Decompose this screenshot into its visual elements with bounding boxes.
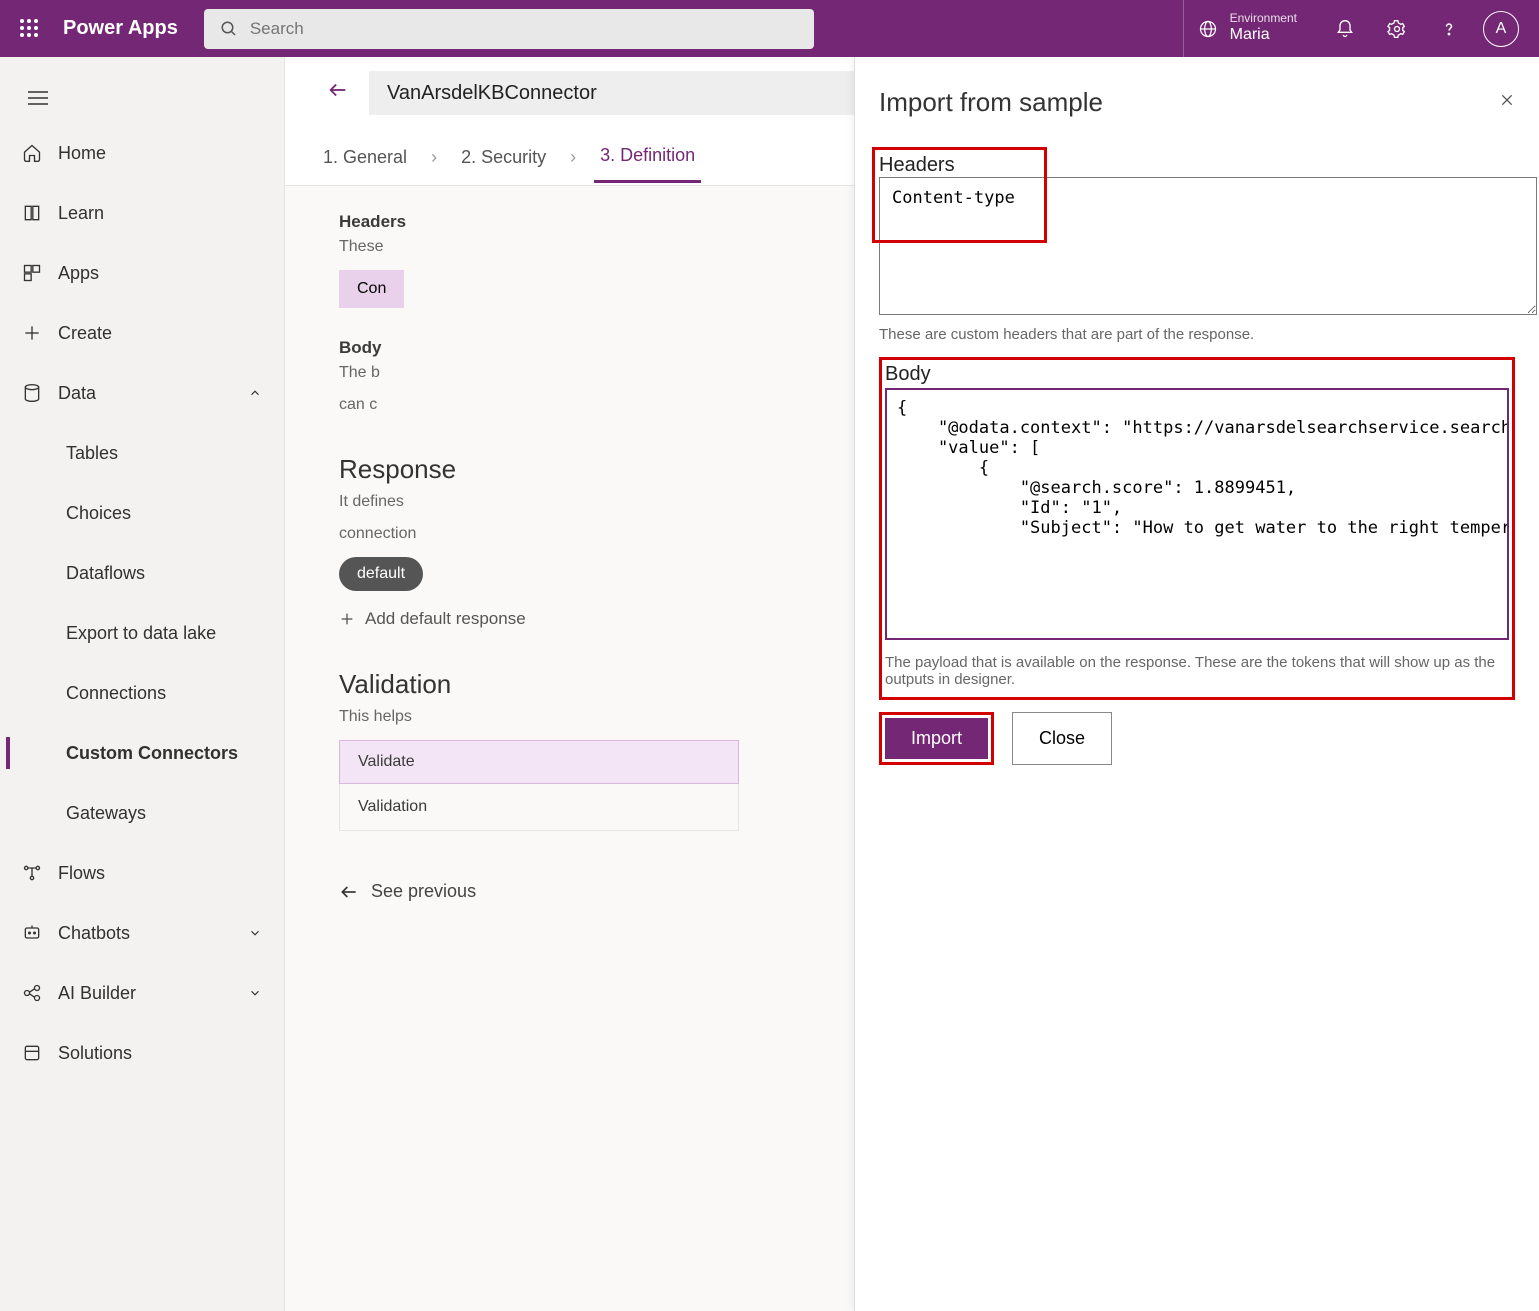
plus-icon <box>339 611 355 627</box>
close-panel-button[interactable] <box>1499 92 1515 113</box>
globe-icon <box>1198 19 1218 39</box>
sidebar-label: Flows <box>58 863 105 884</box>
chevron-down-icon <box>248 986 262 1000</box>
sidebar-item-dataflows[interactable]: Dataflows <box>0 543 284 603</box>
sidebar-label: AI Builder <box>58 983 136 1004</box>
sidebar-label: Home <box>58 143 106 164</box>
sidebar-label: Tables <box>66 443 118 464</box>
brand-label: Power Apps <box>57 17 204 40</box>
sidebar-item-gateways[interactable]: Gateways <box>0 783 284 843</box>
apps-icon <box>22 263 42 283</box>
chevron-up-icon <box>248 386 262 400</box>
database-icon <box>22 383 42 403</box>
sidebar-label: Create <box>58 323 112 344</box>
env-name: Maria <box>1230 26 1297 44</box>
sidebar-label: Custom Connectors <box>66 743 238 764</box>
back-button[interactable] <box>327 79 349 108</box>
sidebar-item-connections[interactable]: Connections <box>0 663 284 723</box>
validation-result: Validation <box>339 784 739 831</box>
sidebar-label: Dataflows <box>66 563 145 584</box>
top-bar: Power Apps Environment Maria A <box>0 0 1539 57</box>
sidebar-item-export[interactable]: Export to data lake <box>0 603 284 663</box>
chevron-right-icon: › <box>560 147 586 168</box>
search-icon <box>220 20 238 38</box>
home-icon <box>22 143 42 163</box>
sidebar-label: Solutions <box>58 1043 132 1064</box>
notifications-button[interactable] <box>1321 0 1369 57</box>
sidebar-item-ai-builder[interactable]: AI Builder <box>0 963 284 1023</box>
import-button[interactable]: Import <box>885 718 988 759</box>
sidebar-label: Learn <box>58 203 104 224</box>
waffle-icon <box>20 19 38 37</box>
flows-icon <box>22 863 42 883</box>
headers-field-label: Headers <box>879 154 1515 177</box>
sidebar-item-tables[interactable]: Tables <box>0 423 284 483</box>
book-icon <box>22 203 42 223</box>
configure-headers-button[interactable]: Con <box>339 270 404 308</box>
search-input[interactable] <box>238 19 798 39</box>
sidebar-label: Data <box>58 383 96 404</box>
headers-textarea[interactable] <box>879 177 1537 315</box>
ai-icon <box>22 983 42 1003</box>
solutions-icon <box>22 1043 42 1063</box>
plus-icon <box>22 323 42 343</box>
sidebar-label: Choices <box>66 503 131 524</box>
close-icon <box>1499 92 1515 108</box>
sidebar-item-choices[interactable]: Choices <box>0 483 284 543</box>
main-content: VanArsdelKBConnector 1. General › 2. Sec… <box>285 57 1539 1311</box>
chatbot-icon <box>22 923 42 943</box>
add-default-label: Add default response <box>365 609 526 629</box>
help-button[interactable] <box>1425 0 1473 57</box>
bell-icon <box>1335 19 1355 39</box>
arrow-left-icon <box>327 79 349 101</box>
headers-help-text: These are custom headers that are part o… <box>879 326 1515 343</box>
body-textarea[interactable] <box>885 388 1509 640</box>
sidebar-item-create[interactable]: Create <box>0 303 284 363</box>
body-help-text: The payload that is available on the res… <box>879 654 1515 688</box>
sidebar-item-chatbots[interactable]: Chatbots <box>0 903 284 963</box>
default-response-pill[interactable]: default <box>339 557 423 591</box>
sidebar: Home Learn Apps Create Data Tables Choic… <box>0 57 285 1311</box>
sidebar-item-flows[interactable]: Flows <box>0 843 284 903</box>
step-general[interactable]: 1. General <box>317 133 413 182</box>
sidebar-label: Apps <box>58 263 99 284</box>
body-field-label: Body <box>885 363 1509 386</box>
environment-picker[interactable]: Environment Maria <box>1183 0 1311 57</box>
hamburger-icon <box>28 90 48 106</box>
sidebar-label: Chatbots <box>58 923 130 944</box>
chevron-down-icon <box>248 926 262 940</box>
sidebar-toggle[interactable] <box>0 73 284 123</box>
help-icon <box>1439 19 1459 39</box>
step-security[interactable]: 2. Security <box>455 133 552 182</box>
panel-title: Import from sample <box>879 87 1103 118</box>
sidebar-item-custom-connectors[interactable]: Custom Connectors <box>0 723 284 783</box>
sidebar-item-learn[interactable]: Learn <box>0 183 284 243</box>
step-definition[interactable]: 3. Definition <box>594 131 701 183</box>
avatar[interactable]: A <box>1483 11 1519 47</box>
validate-header[interactable]: Validate <box>339 740 739 784</box>
gear-icon <box>1387 19 1407 39</box>
sidebar-label: Export to data lake <box>66 623 216 644</box>
sidebar-item-data[interactable]: Data <box>0 363 284 423</box>
sidebar-label: Connections <box>66 683 166 704</box>
app-launcher[interactable] <box>0 19 57 37</box>
settings-button[interactable] <box>1373 0 1421 57</box>
sidebar-label: Gateways <box>66 803 146 824</box>
close-button[interactable]: Close <box>1012 712 1112 765</box>
see-previous-label: See previous <box>371 881 476 902</box>
search-box[interactable] <box>204 9 814 49</box>
sidebar-item-apps[interactable]: Apps <box>0 243 284 303</box>
env-label: Environment <box>1230 12 1297 26</box>
import-from-sample-panel: Import from sample Headers These are cus… <box>854 57 1539 1311</box>
sidebar-item-solutions[interactable]: Solutions <box>0 1023 284 1083</box>
chevron-right-icon: › <box>421 147 447 168</box>
sidebar-item-home[interactable]: Home <box>0 123 284 183</box>
arrow-left-icon <box>339 882 359 902</box>
